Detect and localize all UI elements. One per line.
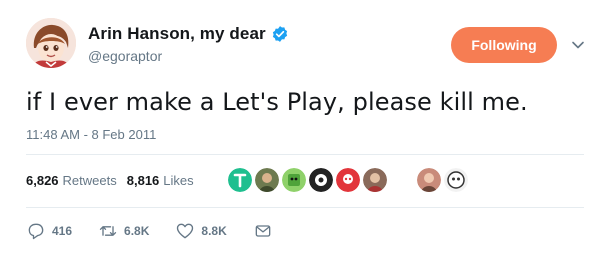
author-block: Arin Hanson, my dear @egoraptor — [88, 24, 289, 64]
author-handle[interactable]: @egoraptor — [88, 48, 289, 64]
like-count: 8.8K — [201, 224, 227, 238]
avatar-illustration — [26, 18, 76, 68]
divider — [26, 207, 584, 208]
heart-icon — [175, 221, 195, 241]
liker-avatar[interactable] — [282, 168, 306, 192]
liker-avatar[interactable] — [417, 168, 441, 192]
chevron-down-icon[interactable] — [571, 38, 585, 52]
retweet-count: 6.8K — [124, 224, 150, 238]
author-name[interactable]: Arin Hanson, my dear — [88, 24, 266, 44]
retweet-icon — [98, 221, 118, 241]
reply-icon — [26, 221, 46, 241]
author-avatar[interactable] — [26, 18, 76, 68]
liker-avatar[interactable] — [363, 168, 387, 192]
liker-avatar[interactable] — [309, 168, 333, 192]
tweet-card: Arin Hanson, my dear @egoraptor Followin… — [0, 0, 610, 262]
liker-avatar-blank — [390, 168, 414, 192]
liker-avatar[interactable] — [255, 168, 279, 192]
liker-avatar[interactable] — [444, 168, 468, 192]
likers-avatars — [228, 168, 471, 192]
reply-count: 416 — [52, 224, 73, 238]
retweets-count: 6,826 — [26, 172, 59, 188]
retweets-label: Retweets — [62, 172, 117, 188]
direct-message-button[interactable] — [253, 221, 273, 241]
likes-stat[interactable]: 8,816 Likes — [127, 173, 194, 188]
likes-label: Likes — [163, 172, 194, 188]
divider — [26, 154, 584, 155]
likes-count: 8,816 — [126, 172, 160, 188]
tweet-actions: 416 6.8K 8.8K — [26, 219, 299, 243]
liker-avatar[interactable] — [336, 168, 360, 192]
direct-message-icon — [253, 221, 273, 241]
like-button[interactable]: 8.8K — [175, 221, 227, 241]
retweet-button[interactable]: 6.8K — [98, 221, 149, 241]
verified-badge-icon — [271, 25, 289, 43]
reply-button[interactable]: 416 — [26, 221, 72, 241]
tweet-timestamp[interactable]: 11:48 AM - 8 Feb 2011 — [26, 127, 156, 142]
retweets-stat[interactable]: 6,826 Retweets — [26, 173, 117, 188]
tweet-text: if I ever make a Let's Play, please kill… — [26, 88, 528, 116]
engagement-stats: 6,826 Retweets 8,816 Likes — [26, 165, 204, 195]
following-button[interactable]: Following — [451, 27, 557, 63]
liker-avatar[interactable] — [228, 168, 252, 192]
